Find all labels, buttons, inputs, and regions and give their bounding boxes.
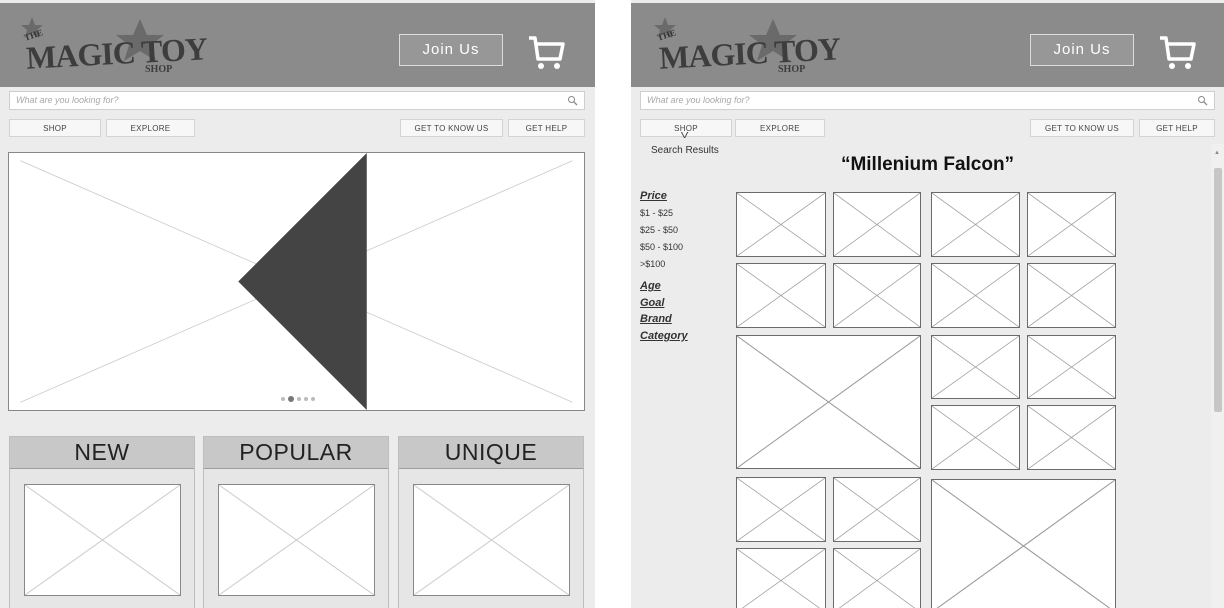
image-placeholder-icon — [414, 485, 569, 595]
filter-price-option[interactable]: $1 - $25 — [640, 208, 673, 218]
filter-price-option[interactable]: $25 - $50 — [640, 225, 678, 235]
carousel-prev-arrow-icon[interactable] — [15, 153, 590, 410]
filter-category[interactable]: Category — [640, 330, 688, 342]
product-tile[interactable] — [736, 263, 826, 328]
scrollbar-thumb[interactable] — [1214, 168, 1222, 412]
filter-goal[interactable]: Goal — [640, 297, 664, 309]
image-placeholder-icon — [1028, 336, 1115, 398]
magnifier-icon[interactable] — [1197, 95, 1208, 106]
product-tile[interactable] — [833, 263, 921, 328]
filter-price-option[interactable]: >$100 — [640, 259, 665, 269]
shopping-cart-icon[interactable] — [527, 35, 565, 71]
product-tile[interactable] — [931, 335, 1020, 399]
product-tile[interactable] — [833, 477, 921, 542]
product-tile[interactable] — [931, 192, 1020, 257]
product-tile[interactable] — [1027, 335, 1116, 399]
carousel-dot-active[interactable] — [288, 396, 294, 402]
image-placeholder-icon — [737, 264, 825, 327]
product-tile[interactable] — [1027, 405, 1116, 470]
image-placeholder-icon — [932, 193, 1019, 256]
carousel-dot[interactable] — [281, 397, 285, 401]
carousel-dot[interactable] — [311, 397, 315, 401]
carousel-dot[interactable] — [304, 397, 308, 401]
site-header: THE MAGIC TOY SHOP Join Us — [631, 3, 1224, 87]
image-placeholder-icon — [932, 480, 1115, 608]
nav-explore-button[interactable]: EXPLORE — [106, 119, 195, 137]
search-placeholder: What are you looking for? — [647, 95, 750, 105]
image-placeholder-icon — [834, 478, 920, 541]
product-tile[interactable] — [1027, 192, 1116, 257]
image-placeholder-icon — [737, 193, 825, 256]
magnifier-icon[interactable] — [567, 95, 578, 106]
image-placeholder-icon — [1028, 406, 1115, 469]
filter-age[interactable]: Age — [640, 280, 661, 292]
image-placeholder-icon — [834, 193, 920, 256]
image-placeholder-icon — [1028, 264, 1115, 327]
chevron-down-icon[interactable]: V — [681, 131, 688, 140]
category-heading[interactable]: NEW — [10, 437, 194, 469]
image-placeholder-icon — [932, 406, 1019, 469]
category-card-unique[interactable]: UNIQUE — [398, 436, 584, 608]
hero-carousel[interactable] — [8, 152, 585, 411]
product-tile[interactable] — [1027, 263, 1116, 328]
join-us-button[interactable]: Join Us — [1030, 34, 1134, 66]
logo-shop-text: SHOP — [145, 64, 173, 75]
image-placeholder-icon — [932, 336, 1019, 398]
search-input[interactable]: What are you looking for? — [9, 91, 585, 110]
logo-shop-text: SHOP — [778, 64, 806, 75]
search-input[interactable]: What are you looking for? — [640, 91, 1215, 110]
category-image[interactable] — [218, 484, 375, 596]
product-tile[interactable] — [931, 263, 1020, 328]
product-tile-large[interactable] — [931, 479, 1116, 608]
product-tile[interactable] — [833, 192, 921, 257]
nav-shop-button[interactable]: SHOP — [9, 119, 101, 137]
site-logo[interactable]: THE MAGIC TOY SHOP — [645, 15, 841, 79]
image-placeholder-icon — [737, 549, 825, 608]
product-tile[interactable] — [736, 192, 826, 257]
nav-get-help-button[interactable]: GET HELP — [1139, 119, 1215, 137]
nav-get-help-button[interactable]: GET HELP — [508, 119, 585, 137]
filter-brand[interactable]: Brand — [640, 313, 672, 325]
shopping-cart-icon[interactable] — [1158, 35, 1196, 71]
logo-name-text: MAGIC TOY — [658, 30, 841, 76]
search-results-title: “Millenium Falcon” — [840, 154, 1015, 175]
search-placeholder: What are you looking for? — [16, 95, 119, 105]
carousel-dot[interactable] — [297, 397, 301, 401]
nav-get-to-know-us-button[interactable]: GET TO KNOW US — [1030, 119, 1134, 137]
image-placeholder-icon — [25, 485, 180, 595]
logo-name-text: MAGIC TOY — [25, 30, 208, 76]
product-tile-large[interactable] — [736, 335, 921, 469]
join-us-button[interactable]: Join Us — [399, 34, 503, 66]
image-placeholder-icon — [834, 549, 920, 608]
search-results-panel: THE MAGIC TOY SHOP Join Us What are you … — [631, 0, 1224, 608]
vertical-scrollbar[interactable]: ▲ — [1211, 144, 1224, 608]
scroll-up-arrow-icon[interactable]: ▲ — [1214, 150, 1220, 156]
product-tile[interactable] — [931, 405, 1020, 470]
filter-price-option[interactable]: $50 - $100 — [640, 242, 683, 252]
product-tile[interactable] — [736, 548, 826, 608]
category-image[interactable] — [413, 484, 570, 596]
category-card-new[interactable]: NEW — [9, 436, 195, 608]
product-tile[interactable] — [736, 477, 826, 542]
site-header: THE MAGIC TOY SHOP Join Us — [0, 3, 595, 87]
image-placeholder-icon — [932, 264, 1019, 327]
filter-price[interactable]: Price — [640, 190, 667, 202]
image-placeholder-icon — [834, 264, 920, 327]
category-card-popular[interactable]: POPULAR — [203, 436, 389, 608]
image-placeholder-icon — [737, 336, 920, 468]
site-logo[interactable]: THE MAGIC TOY SHOP — [12, 15, 208, 79]
carousel-pagination-dots — [281, 396, 321, 402]
category-image[interactable] — [24, 484, 181, 596]
image-placeholder-icon — [1028, 193, 1115, 256]
nav-get-to-know-us-button[interactable]: GET TO KNOW US — [400, 119, 503, 137]
nav-explore-button[interactable]: EXPLORE — [735, 119, 825, 137]
home-page-panel: THE MAGIC TOY SHOP Join Us What are you … — [0, 0, 595, 608]
product-tile[interactable] — [833, 548, 921, 608]
image-placeholder-icon — [219, 485, 374, 595]
category-heading[interactable]: UNIQUE — [399, 437, 583, 469]
image-placeholder-icon — [737, 478, 825, 541]
category-heading[interactable]: POPULAR — [204, 437, 388, 469]
carousel-next-arrow-icon[interactable] — [569, 153, 595, 410]
